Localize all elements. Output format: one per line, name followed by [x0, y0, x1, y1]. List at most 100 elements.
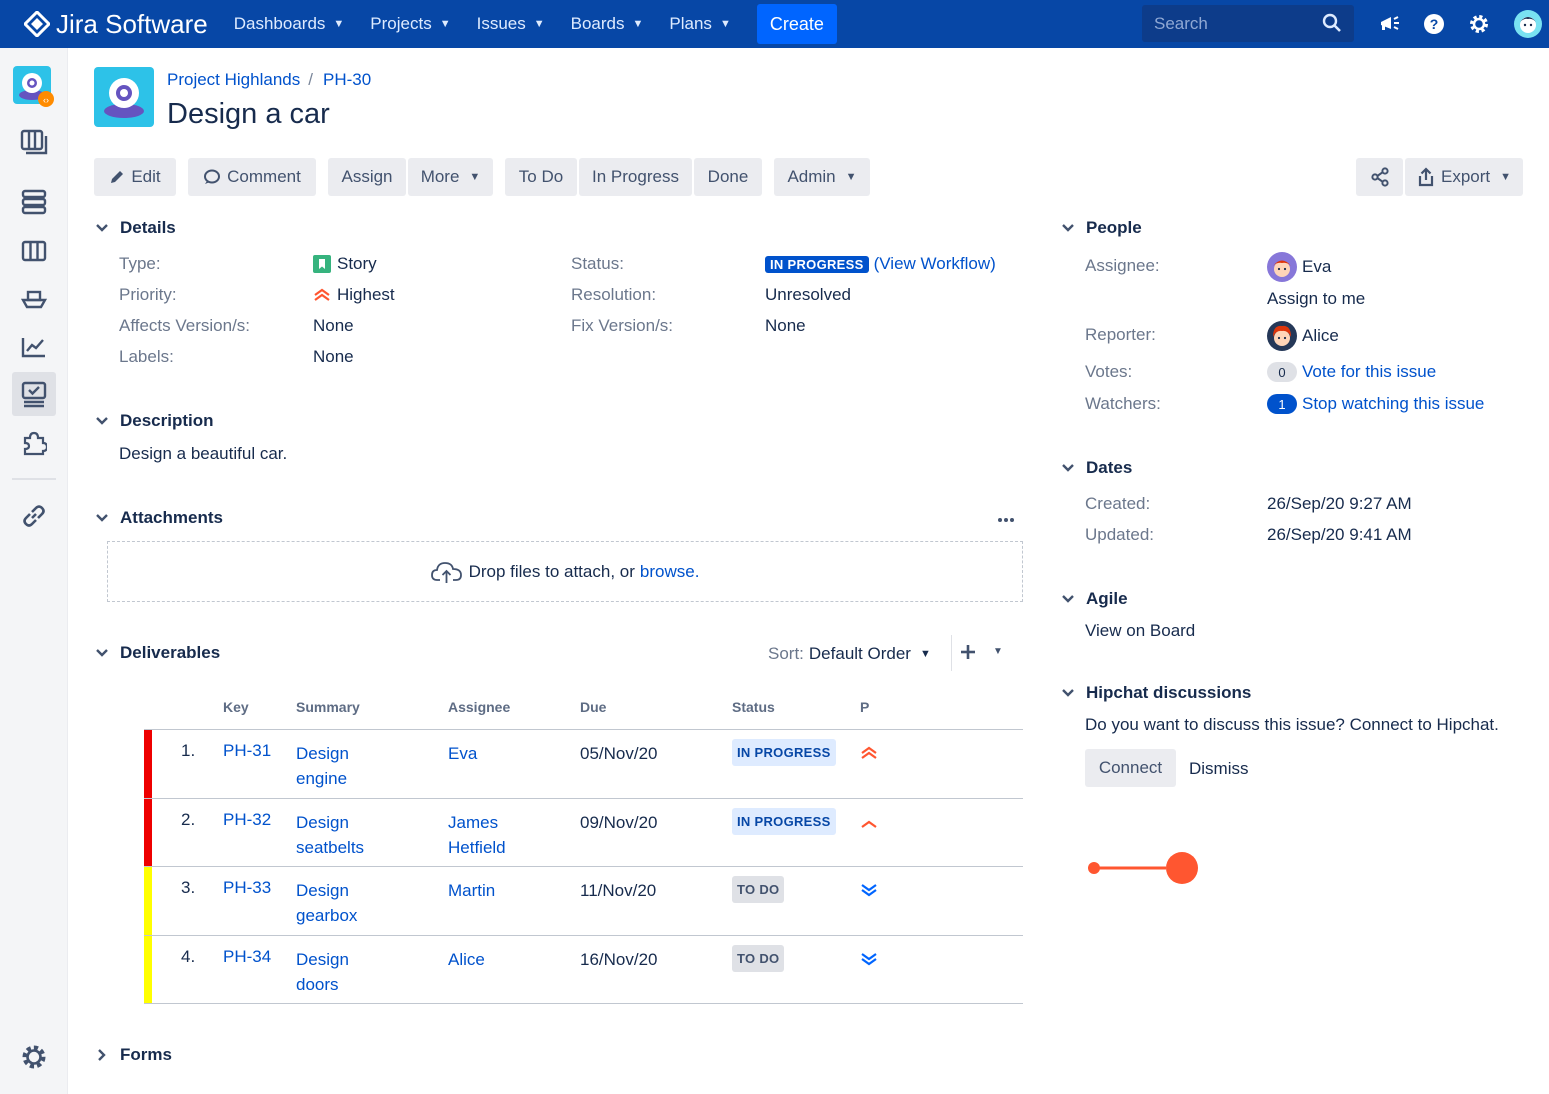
column-header-key[interactable]: Key — [223, 699, 249, 715]
reporter-name: Alice — [1302, 326, 1339, 345]
row-key-link[interactable]: PH-31 — [223, 738, 271, 763]
vote-link[interactable]: Vote for this issue — [1302, 362, 1436, 382]
row-due-date: 11/Nov/20 — [580, 881, 657, 900]
breadcrumb-issue-key-link[interactable]: PH-30 — [323, 70, 371, 90]
more-button[interactable]: More ▼ — [408, 158, 493, 196]
assign-to-me-link[interactable]: Assign to me — [1267, 289, 1365, 309]
row-assignee-line1: James — [448, 813, 499, 832]
transition-todo-button[interactable]: To Do — [505, 158, 577, 196]
search-input[interactable]: Search — [1142, 5, 1354, 42]
chevron-down-icon: ▼ — [439, 18, 451, 30]
row-summary-line1: Design — [296, 744, 349, 763]
settings-gear-icon[interactable] — [1467, 12, 1491, 36]
deliverables-section-toggle[interactable]: Deliverables — [95, 643, 220, 663]
add-ons-puzzle-icon[interactable] — [12, 421, 56, 465]
column-header-priority[interactable]: P — [860, 699, 869, 715]
forms-section-toggle[interactable]: Forms — [95, 1045, 172, 1065]
row-key-link[interactable]: PH-33 — [223, 875, 271, 900]
backlog-icon[interactable] — [12, 120, 56, 164]
assignee-name: Eva — [1302, 257, 1332, 276]
column-header-due[interactable]: Due — [580, 699, 606, 715]
description-text[interactable]: Design a beautiful car. — [119, 444, 287, 464]
row-key-link[interactable]: PH-32 — [223, 807, 271, 832]
add-deliverable-plus-icon[interactable] — [960, 644, 976, 665]
export-icon — [1418, 167, 1434, 187]
ship-icon[interactable] — [12, 277, 56, 321]
dates-section-toggle[interactable]: Dates — [1061, 458, 1132, 478]
project-settings-gear-icon[interactable] — [12, 1035, 56, 1079]
edit-button[interactable]: Edit — [94, 158, 176, 196]
browse-link[interactable]: browse. — [640, 562, 700, 582]
agile-section-toggle[interactable]: Agile — [1061, 589, 1128, 609]
create-button[interactable]: Create — [756, 4, 837, 44]
nav-dashboards[interactable]: Dashboards ▼ — [234, 14, 345, 34]
row-assignee-link[interactable]: Alice — [448, 947, 485, 972]
labels-label: Labels: — [119, 347, 174, 366]
connect-button[interactable]: Connect — [1085, 749, 1176, 787]
chevron-down-icon: ▼ — [845, 171, 857, 183]
row-status-lozenge: IN PROGRESS — [732, 808, 836, 835]
column-header-assignee[interactable]: Assignee — [448, 699, 510, 715]
row-assignee-link[interactable]: Eva — [448, 741, 477, 766]
releases-icon[interactable] — [12, 180, 56, 224]
attachments-section-toggle[interactable]: Attachments — [95, 508, 223, 528]
user-avatar[interactable] — [1514, 10, 1542, 38]
row-summary-link[interactable]: Design gearbox — [296, 878, 357, 928]
breadcrumb-project-link[interactable]: Project Highlands — [167, 70, 300, 90]
dismiss-link[interactable]: Dismiss — [1189, 759, 1249, 779]
row-summary-line2: seatbelts — [296, 838, 365, 857]
chevron-down-icon — [95, 514, 109, 522]
transition-done-button[interactable]: Done — [694, 158, 762, 196]
view-workflow-link[interactable]: (View Workflow) — [874, 254, 996, 274]
hipchat-section-toggle[interactable]: Hipchat discussions — [1061, 683, 1251, 703]
project-avatar[interactable] — [94, 67, 154, 127]
jira-logo[interactable]: Jira Software — [24, 9, 208, 40]
row-key-link[interactable]: PH-34 — [223, 944, 271, 969]
row-assignee-link[interactable]: James Hetfield — [448, 810, 506, 860]
column-header-summary[interactable]: Summary — [296, 699, 360, 715]
project-avatar-small[interactable]: ‹› — [12, 64, 56, 108]
reports-chart-icon[interactable] — [12, 325, 56, 369]
megaphone-icon[interactable] — [1377, 12, 1401, 36]
board-icon[interactable] — [12, 229, 56, 273]
attachments-more-icon[interactable] — [996, 510, 1016, 535]
export-button[interactable]: Export ▼ — [1405, 158, 1523, 196]
nav-plans-label: Plans — [669, 14, 712, 33]
labels-value: None — [313, 347, 354, 366]
row-assignee-link[interactable]: Martin — [448, 878, 495, 903]
share-button[interactable] — [1356, 158, 1403, 196]
stop-watching-link[interactable]: Stop watching this issue — [1302, 394, 1484, 414]
reporter-value[interactable]: Alice — [1267, 321, 1339, 351]
breadcrumb-separator: / — [308, 70, 313, 89]
nav-plans[interactable]: Plans ▼ — [669, 14, 730, 34]
help-icon[interactable]: ? — [1422, 12, 1446, 36]
admin-button[interactable]: Admin ▼ — [774, 158, 870, 196]
description-section-toggle[interactable]: Description — [95, 411, 214, 431]
assignee-value[interactable]: Eva — [1267, 252, 1331, 282]
row-status-lozenge: TO DO — [732, 876, 785, 903]
link-icon[interactable] — [12, 494, 56, 538]
nav-projects[interactable]: Projects ▼ — [370, 14, 450, 34]
sort-dropdown[interactable]: Sort: Default Order ▼ — [768, 644, 931, 664]
drag-cursor-indicator — [1088, 852, 1198, 884]
assign-button[interactable]: Assign — [328, 158, 406, 196]
admin-label: Admin — [787, 167, 836, 186]
column-header-status[interactable]: Status — [732, 699, 775, 715]
add-options-caret-icon[interactable]: ▼ — [993, 646, 1003, 657]
transition-in-progress-button[interactable]: In Progress — [579, 158, 692, 196]
issues-icon[interactable] — [12, 372, 56, 416]
people-section-toggle[interactable]: People — [1061, 218, 1142, 238]
row-summary-link[interactable]: Design doors — [296, 947, 349, 997]
nav-issues[interactable]: Issues ▼ — [477, 14, 545, 34]
row-summary-link[interactable]: Design seatbelts — [296, 810, 364, 860]
resolution-value: Unresolved — [765, 285, 851, 304]
view-on-board-link[interactable]: View on Board — [1085, 621, 1195, 641]
row-summary-link[interactable]: Design engine — [296, 741, 349, 791]
details-section-toggle[interactable]: Details — [95, 218, 176, 238]
comment-button[interactable]: Comment — [188, 158, 316, 196]
issue-title[interactable]: Design a car — [167, 98, 330, 131]
attachment-dropzone[interactable]: Drop files to attach, or browse. — [107, 541, 1023, 602]
nav-boards[interactable]: Boards ▼ — [571, 14, 644, 34]
breadcrumb: Project Highlands / PH-30 — [167, 70, 371, 90]
row-priority-highest-icon — [860, 743, 878, 768]
